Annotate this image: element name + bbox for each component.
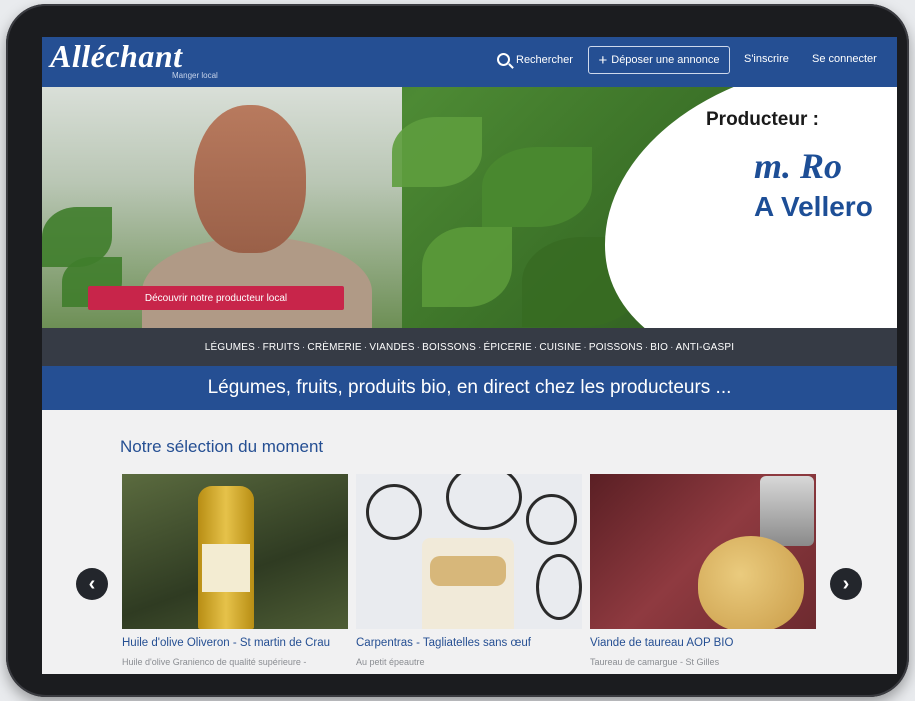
hero-title: Producteur :	[706, 109, 819, 130]
product-image-olive-oil[interactable]	[122, 474, 348, 629]
search-label: Rechercher	[516, 53, 573, 66]
category-cremerie[interactable]: CRÈMERIE	[307, 342, 361, 353]
product-subtitle: Huile d'olive Granienco de qualité supér…	[122, 657, 307, 667]
carousel-next-button[interactable]: ›	[830, 568, 862, 600]
signup-link[interactable]: S'inscrire	[744, 53, 789, 65]
slogan-banner: Légumes, fruits, produits bio, en direct…	[42, 366, 897, 410]
hero-banner: Producteur : m. Ro A Vellero Découvrir n…	[42, 87, 897, 328]
category-boissons[interactable]: BOISSONS	[422, 342, 476, 353]
category-viandes[interactable]: VIANDES	[369, 342, 414, 353]
site-header: Alléchant Manger local Rechercher + Dépo…	[42, 37, 897, 87]
product-image-bull-meat[interactable]	[590, 474, 816, 629]
product-name[interactable]: Huile d'olive Oliveron - St martin de Cr…	[122, 637, 348, 649]
search-icon	[497, 53, 510, 66]
search-link[interactable]: Rechercher	[497, 53, 573, 66]
tablet-frame: Alléchant Manger local Rechercher + Dépo…	[6, 4, 909, 697]
product-image-tagliatelles[interactable]	[356, 474, 582, 629]
plus-icon: +	[598, 51, 608, 69]
login-link[interactable]: Se connecter	[812, 53, 877, 65]
category-fruits[interactable]: FRUITS	[263, 342, 300, 353]
category-bar: LÉGUMES · FRUITS · CRÈMERIE · VIANDES · BOIS…	[42, 328, 897, 366]
potato	[698, 536, 804, 629]
product-card[interactable]: Huile d'olive Oliveron - St martin de Cr…	[122, 474, 348, 667]
product-card[interactable]: Carpentras - Tagliatelles sans œuf Au pe…	[356, 474, 582, 667]
hero-leaf	[392, 117, 482, 187]
category-bio[interactable]: BIO	[650, 342, 668, 353]
category-cuisine[interactable]: CUISINE	[539, 342, 581, 353]
producer-photo-face	[194, 105, 306, 253]
chevron-right-icon: ›	[842, 572, 850, 595]
site-logo[interactable]: Alléchant	[50, 38, 183, 75]
post-ad-label: Déposer une annonce	[611, 54, 720, 66]
spice-jar	[760, 476, 814, 546]
product-card[interactable]: Viande de taureau AOP BIO Taureau de cam…	[590, 474, 816, 667]
chevron-left-icon: ‹	[88, 572, 96, 595]
post-ad-button[interactable]: + Déposer une annonce	[588, 46, 730, 74]
carousel-prev-button[interactable]: ‹	[76, 568, 108, 600]
product-name[interactable]: Viande de taureau AOP BIO	[590, 637, 816, 649]
hero-producer-name: m. Ro	[754, 146, 843, 186]
hero-leaf	[482, 147, 592, 227]
category-legumes[interactable]: LÉGUMES	[205, 342, 255, 353]
category-anti-gaspi[interactable]: ANTI-GASPI	[676, 342, 735, 353]
product-subtitle: Au petit épeautre	[356, 657, 425, 667]
selection-title: Notre sélection du moment	[120, 437, 324, 456]
hero-leaf	[422, 227, 512, 307]
screen: Alléchant Manger local Rechercher + Dépo…	[42, 37, 897, 674]
hero-producer-place: A Vellero	[754, 191, 873, 222]
product-subtitle: Taureau de camargue - St Gilles	[590, 657, 720, 667]
discover-producer-button[interactable]: Découvrir notre producteur local	[88, 286, 344, 310]
product-name[interactable]: Carpentras - Tagliatelles sans œuf	[356, 637, 582, 649]
site-tagline: Manger local	[172, 71, 218, 80]
category-epicerie[interactable]: ÉPICERIE	[484, 342, 532, 353]
category-poissons[interactable]: POISSONS	[589, 342, 643, 353]
